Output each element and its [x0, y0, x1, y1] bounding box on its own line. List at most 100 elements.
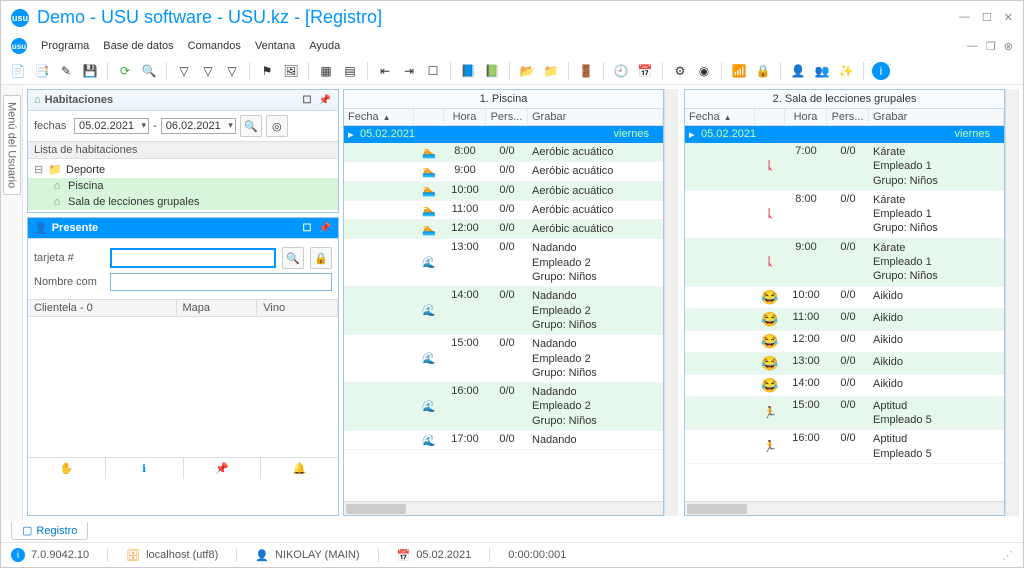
expand-icon[interactable]: ⊟ — [34, 163, 44, 176]
menu-ayuda[interactable]: Ayuda — [309, 40, 340, 52]
pin-button[interactable]: 📌 — [184, 458, 262, 479]
schedule-row[interactable]: 😂 14:00 0/0 Aikido — [685, 375, 1004, 397]
schedule-row[interactable]: 🌊 16:00 0/0 NadandoEmpleado 2Grupo: Niño… — [344, 383, 663, 431]
tool-new-icon[interactable]: 📄 — [9, 62, 27, 80]
tool-filter3-icon[interactable]: ▽ — [223, 62, 241, 80]
col-icon[interactable] — [414, 109, 444, 125]
schedule-row[interactable]: 🌊 15:00 0/0 NadandoEmpleado 2Grupo: Niño… — [344, 335, 663, 383]
resize-grip-icon[interactable]: ⋰ — [1002, 549, 1013, 562]
tool-filter2-icon[interactable]: ▽ — [199, 62, 217, 80]
date-from-input[interactable]: 05.02.2021 — [74, 118, 149, 134]
tool-export-xls-icon[interactable]: 📗 — [483, 62, 501, 80]
col-pers[interactable]: Pers... — [827, 109, 869, 125]
hand-button[interactable]: ✋ — [28, 458, 106, 479]
panel-pin-icon[interactable]: 📌 — [318, 93, 332, 107]
close-button[interactable]: ✕ — [1004, 11, 1013, 24]
schedule-row[interactable]: 🌊 17:00 0/0 Nadando — [344, 431, 663, 450]
schedule-row[interactable]: 🏊 10:00 0/0 Aeróbic acuático — [344, 182, 663, 201]
tool-image-icon[interactable]: 🖼 — [282, 62, 300, 80]
schedule-date-row[interactable]: ▸ 05.02.2021 viernes — [344, 126, 663, 143]
col-fecha[interactable]: Fecha▲ — [344, 109, 414, 125]
col-hora[interactable]: Hora — [444, 109, 486, 125]
tool-gear-icon[interactable]: ⚙ — [671, 62, 689, 80]
tool-clock-icon[interactable]: 🕘 — [612, 62, 630, 80]
expand-icon[interactable]: ▸ — [689, 128, 701, 141]
tool-user-icon[interactable]: 👤 — [789, 62, 807, 80]
tool-save-icon[interactable]: 💾 — [81, 62, 99, 80]
col-fecha[interactable]: Fecha▲ — [685, 109, 755, 125]
tool-export-doc-icon[interactable]: 📘 — [459, 62, 477, 80]
tool-folder-add-icon[interactable]: 📁 — [542, 62, 560, 80]
lock-button[interactable]: 🔒 — [310, 247, 332, 269]
schedule-row[interactable]: 🏊 8:00 0/0 Aeróbic acuático — [344, 143, 663, 162]
tool-wand-icon[interactable]: ✨ — [837, 62, 855, 80]
tool-lock-icon[interactable]: 🔒 — [754, 62, 772, 80]
date-to-input[interactable]: 06.02.2021 — [161, 118, 236, 134]
scrollbar-vertical[interactable] — [664, 89, 678, 516]
panel-collapse-icon[interactable]: ☐ — [300, 221, 314, 235]
col-pers[interactable]: Pers... — [486, 109, 528, 125]
scrollbar-vertical[interactable] — [1005, 89, 1019, 516]
tool-filter-icon[interactable]: ▽ — [175, 62, 193, 80]
tool-folder-new-icon[interactable]: 📂 — [518, 62, 536, 80]
tool-calendar-icon[interactable]: 📅 — [636, 62, 654, 80]
schedule-row[interactable]: ᚳ 7:00 0/0 KárateEmpleado 1Grupo: Niños — [685, 143, 1004, 191]
info-button[interactable]: ℹ — [106, 458, 184, 479]
schedule-row[interactable]: ᚳ 8:00 0/0 KárateEmpleado 1Grupo: Niños — [685, 191, 1004, 239]
col-hora[interactable]: Hora — [785, 109, 827, 125]
schedule-row[interactable]: 🌊 14:00 0/0 NadandoEmpleado 2Grupo: Niño… — [344, 287, 663, 335]
schedule-row[interactable]: 🏊 11:00 0/0 Aeróbic acuático — [344, 201, 663, 220]
tab-registro[interactable]: ▢ Registro — [11, 522, 88, 540]
tool-users-icon[interactable]: 👥 — [813, 62, 831, 80]
scrollbar-horizontal[interactable] — [685, 501, 1004, 515]
schedule-row[interactable]: ᚳ 9:00 0/0 KárateEmpleado 1Grupo: Niños — [685, 239, 1004, 287]
schedule-row[interactable]: 😂 10:00 0/0 Aikido — [685, 287, 1004, 309]
schedule-date-row[interactable]: ▸ 05.02.2021 viernes — [685, 126, 1004, 143]
panel-pin-icon[interactable]: 📌 — [318, 221, 332, 235]
tool-info-icon[interactable]: i — [872, 62, 890, 80]
bell-button[interactable]: 🔔 — [261, 458, 338, 479]
col-grabar[interactable]: Grabar — [869, 109, 1004, 125]
maximize-button[interactable]: ☐ — [982, 11, 992, 24]
tool-exit-icon[interactable]: 🚪 — [577, 62, 595, 80]
tool-rss-icon[interactable]: 📶 — [730, 62, 748, 80]
tool-indent-icon[interactable]: ⇤ — [376, 62, 394, 80]
user-menu-tab[interactable]: Menú del Usuario — [3, 95, 21, 195]
schedule-row[interactable]: 🌊 13:00 0/0 NadandoEmpleado 2Grupo: Niño… — [344, 239, 663, 287]
col-icon[interactable] — [755, 109, 785, 125]
mdi-minimize-button[interactable]: — — [967, 40, 978, 53]
scrollbar-horizontal[interactable] — [344, 501, 663, 515]
schedule-row[interactable]: 😂 13:00 0/0 Aikido — [685, 353, 1004, 375]
schedule-row[interactable]: 😂 11:00 0/0 Aikido — [685, 309, 1004, 331]
mdi-close-button[interactable]: ⊗ — [1004, 40, 1013, 53]
schedule-row[interactable]: 🏊 9:00 0/0 Aeróbic acuático — [344, 162, 663, 181]
tool-outdent-icon[interactable]: ⇥ — [400, 62, 418, 80]
name-input[interactable] — [110, 273, 332, 291]
tree-node-deporte[interactable]: ⊟ 📁 Deporte — [28, 161, 338, 178]
schedule-row[interactable]: 🏃 16:00 0/0 AptitudEmpleado 5 — [685, 430, 1004, 464]
col-grabar[interactable]: Grabar — [528, 109, 663, 125]
tree-node-sala[interactable]: ⌂ Sala de lecciones grupales — [28, 194, 338, 210]
menu-base-de-datos[interactable]: Base de datos — [103, 40, 173, 52]
tool-refresh-icon[interactable]: ⟳ — [116, 62, 134, 80]
schedule-row[interactable]: 😂 12:00 0/0 Aikido — [685, 331, 1004, 353]
expand-icon[interactable]: ▸ — [348, 128, 360, 141]
schedule-row[interactable]: 🏃 15:00 0/0 AptitudEmpleado 5 — [685, 397, 1004, 431]
col-clientela[interactable]: Clientela - 0 — [28, 300, 177, 316]
tree-node-piscina[interactable]: ⌂ Piscina — [28, 178, 338, 194]
tool-color-icon[interactable]: ◉ — [695, 62, 713, 80]
tool-edit-icon[interactable]: ✎ — [57, 62, 75, 80]
tool-layout-icon[interactable]: ▤ — [341, 62, 359, 80]
tool-copy-icon[interactable]: 📑 — [33, 62, 51, 80]
target-button[interactable]: ◎ — [266, 115, 288, 137]
menu-logo-icon[interactable]: usu — [11, 38, 27, 54]
search-client-button[interactable]: 🔍 — [282, 247, 304, 269]
tool-search-icon[interactable]: 🔍 — [140, 62, 158, 80]
search-dates-button[interactable]: 🔍 — [240, 115, 262, 137]
tool-grid-icon[interactable]: ▦ — [317, 62, 335, 80]
tool-page-icon[interactable]: ☐ — [424, 62, 442, 80]
minimize-button[interactable]: — — [959, 11, 970, 24]
col-mapa[interactable]: Mapa — [177, 300, 258, 316]
menu-programa[interactable]: Programa — [41, 40, 89, 52]
menu-ventana[interactable]: Ventana — [255, 40, 295, 52]
